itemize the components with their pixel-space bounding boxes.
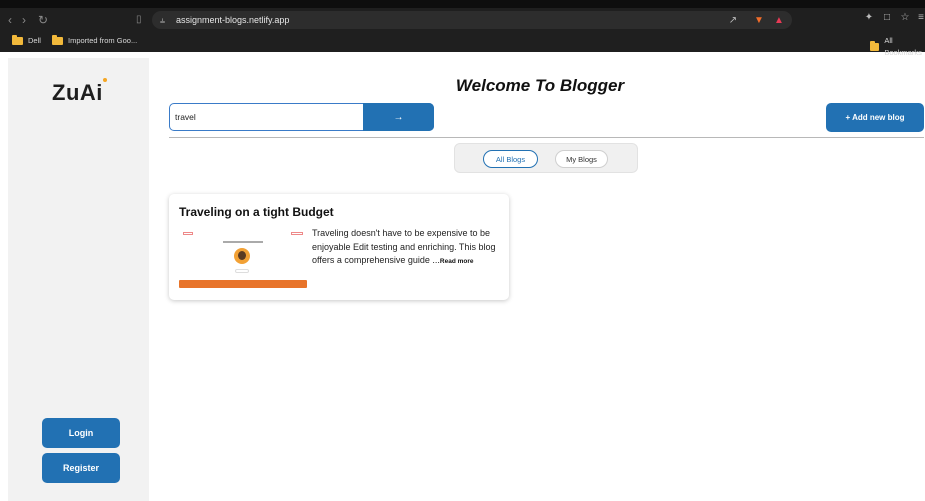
tab-strip <box>0 0 925 8</box>
all-bookmarks[interactable]: All Bookmarks <box>870 35 925 59</box>
folder-icon <box>52 35 63 45</box>
thumb-footer-bar <box>179 280 307 288</box>
favorites-icon[interactable]: ☆ <box>898 11 912 25</box>
blog-filter-tabs: All Blogs My Blogs <box>454 143 638 173</box>
brave-rewards-icon[interactable]: ▲ <box>772 14 786 28</box>
folder-icon <box>870 41 880 51</box>
login-button[interactable]: Login <box>42 418 120 448</box>
bookmarks-bar: Dell Imported from Goo... All Bookmarks <box>0 32 925 57</box>
bookmark-page-icon[interactable]: ▯ <box>136 12 142 28</box>
divider <box>169 137 924 138</box>
register-button[interactable]: Register <box>42 453 120 483</box>
blog-title: Traveling on a tight Budget <box>179 205 334 219</box>
blog-excerpt: Traveling doesn't have to be expensive t… <box>312 227 502 269</box>
sidebar: ZuAi Login Register <box>8 58 149 501</box>
thumb-decoration <box>291 232 303 235</box>
page-title: Welcome To Blogger <box>455 76 625 95</box>
address-bar[interactable]: ⫨ assignment-blogs.netlify.app ↗ ▼ ▲ <box>152 11 792 29</box>
avatar-face <box>238 251 246 260</box>
search-bar: → <box>169 103 434 131</box>
thumb-decoration <box>235 269 249 273</box>
thumb-decoration <box>183 232 193 235</box>
url-text: assignment-blogs.netlify.app <box>176 15 290 25</box>
browser-chrome: ‹ › ↻ ▯ ⫨ assignment-blogs.netlify.app ↗… <box>0 0 925 57</box>
back-icon[interactable]: ‹ <box>8 12 12 28</box>
extensions-icon[interactable]: ✦ <box>862 11 876 25</box>
share-icon[interactable]: ↗ <box>726 14 740 28</box>
site-settings-icon[interactable]: ⫨ <box>160 13 165 27</box>
menu-icon[interactable]: ≡ <box>914 11 925 25</box>
reload-icon[interactable]: ↻ <box>38 12 48 28</box>
bookmark-imported[interactable]: Imported from Goo... <box>52 35 137 47</box>
blog-card[interactable]: Traveling on a tight Budget Traveling do… <box>169 194 509 300</box>
brave-shield-icon[interactable]: ▼ <box>752 14 766 28</box>
arrow-right-icon: → <box>393 111 404 123</box>
logo: ZuAi <box>52 80 103 105</box>
forward-icon[interactable]: › <box>22 12 26 28</box>
tab-my-blogs[interactable]: My Blogs <box>555 150 608 168</box>
search-input[interactable] <box>170 104 365 130</box>
logo-accent <box>103 78 107 82</box>
folder-icon <box>12 35 23 45</box>
read-more-link[interactable]: Read more <box>440 258 474 265</box>
thumb-decoration <box>223 241 263 243</box>
sidebar-toggle-icon[interactable]: □ <box>880 11 894 25</box>
search-button[interactable]: → <box>363 103 434 131</box>
bookmark-dell[interactable]: Dell <box>12 35 41 47</box>
address-row: ‹ › ↻ ▯ ⫨ assignment-blogs.netlify.app ↗… <box>0 8 925 32</box>
add-new-blog-button[interactable]: + Add new blog <box>826 103 924 132</box>
tab-all-blogs[interactable]: All Blogs <box>483 150 538 168</box>
blog-thumbnail <box>179 229 307 289</box>
